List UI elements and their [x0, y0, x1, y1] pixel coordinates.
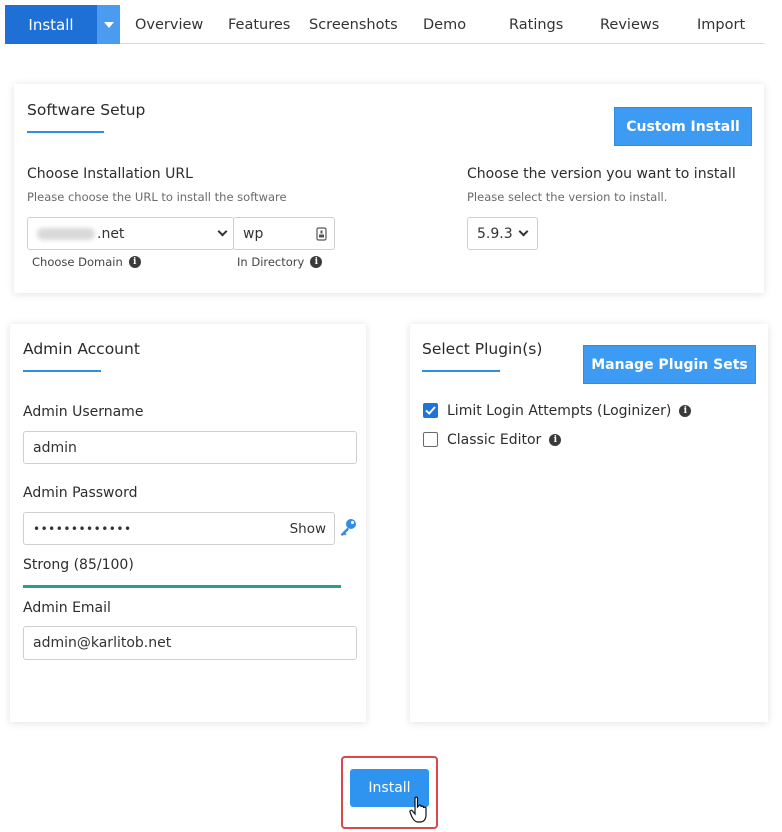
- redacted-domain: [37, 227, 95, 240]
- hand-pointer-icon: [409, 796, 427, 823]
- tab-install[interactable]: Install: [5, 5, 97, 44]
- admin-username-value: admin: [33, 439, 77, 456]
- admin-email-label: Admin Email: [23, 600, 111, 616]
- show-password-toggle[interactable]: Show: [290, 521, 326, 537]
- key-icon[interactable]: [338, 517, 358, 537]
- choose-domain-label: Choose Domain i: [32, 255, 141, 269]
- plugin-checkbox-loginizer[interactable]: [423, 403, 438, 418]
- tab-bar: Install Overview Features Screenshots De…: [5, 5, 765, 44]
- version-select[interactable]: 5.9.3: [467, 217, 538, 250]
- install-dropdown-button[interactable]: [97, 5, 120, 44]
- info-icon[interactable]: i: [679, 405, 692, 417]
- checkmark-icon: [425, 406, 436, 415]
- tab-demo[interactable]: Demo: [423, 5, 466, 44]
- admin-email-input[interactable]: admin@karlitob.net: [23, 626, 357, 660]
- plugin-item-loginizer: Limit Login Attempts (Loginizer) i: [447, 403, 692, 419]
- plugins-card: Select Plugin(s) Manage Plugin Sets Limi…: [410, 324, 768, 722]
- in-directory-label: In Directory i: [237, 255, 323, 269]
- password-strength-text: Strong (85/100): [23, 557, 134, 573]
- custom-install-button[interactable]: Custom Install: [614, 107, 752, 146]
- plugin-label: Classic Editor: [447, 432, 542, 448]
- in-directory-text: In Directory: [237, 255, 305, 269]
- install-url-label: Choose Installation URL: [27, 166, 193, 182]
- plugin-label: Limit Login Attempts (Loginizer): [447, 403, 672, 419]
- admin-password-input[interactable]: ••••••••••••• Show: [23, 512, 335, 545]
- tab-reviews[interactable]: Reviews: [600, 5, 659, 44]
- caret-down-icon: [103, 21, 114, 28]
- admin-username-input[interactable]: admin: [23, 431, 357, 464]
- choose-domain-text: Choose Domain: [32, 255, 123, 269]
- admin-username-label: Admin Username: [23, 404, 144, 420]
- chevron-down-icon: [217, 226, 228, 237]
- tab-features[interactable]: Features: [228, 5, 290, 44]
- admin-email-value: admin@karlitob.net: [33, 635, 172, 651]
- admin-password-label: Admin Password: [23, 485, 138, 501]
- tab-overview[interactable]: Overview: [135, 5, 203, 44]
- plugin-item-classic-editor: Classic Editor i: [447, 432, 562, 448]
- manage-plugin-sets-button[interactable]: Manage Plugin Sets: [583, 345, 756, 384]
- install-url-help: Please choose the URL to install the sof…: [27, 190, 287, 204]
- password-strength-bar: [23, 585, 341, 588]
- section-title: Admin Account: [23, 340, 140, 358]
- domain-select[interactable]: .net: [27, 217, 234, 250]
- plugin-checkbox-classic-editor[interactable]: [423, 432, 438, 447]
- install-highlight-box: Install: [341, 756, 438, 829]
- section-underline: [27, 131, 104, 133]
- directory-input[interactable]: wp: [233, 217, 335, 250]
- admin-password-value: •••••••••••••: [33, 521, 132, 536]
- software-setup-card: Software Setup Custom Install Choose Ins…: [14, 84, 764, 293]
- version-help: Please select the version to install.: [467, 190, 668, 204]
- section-underline: [422, 370, 500, 372]
- field-clipboard-icon: [316, 227, 327, 241]
- domain-value: .net: [97, 225, 125, 242]
- version-value: 5.9.3: [477, 225, 513, 242]
- info-icon[interactable]: i: [128, 256, 141, 268]
- tab-ratings[interactable]: Ratings: [509, 5, 563, 44]
- chevron-down-icon: [518, 226, 529, 237]
- info-icon[interactable]: i: [310, 256, 323, 268]
- admin-account-card: Admin Account Admin Username admin Admin…: [10, 324, 366, 722]
- section-title: Software Setup: [27, 101, 146, 119]
- section-underline: [23, 370, 101, 372]
- section-title: Select Plugin(s): [422, 340, 543, 358]
- info-icon[interactable]: i: [549, 434, 562, 446]
- directory-value: wp: [243, 225, 264, 242]
- version-label: Choose the version you want to install: [467, 166, 736, 182]
- tab-import[interactable]: Import: [697, 5, 745, 44]
- tab-screenshots[interactable]: Screenshots: [309, 5, 398, 44]
